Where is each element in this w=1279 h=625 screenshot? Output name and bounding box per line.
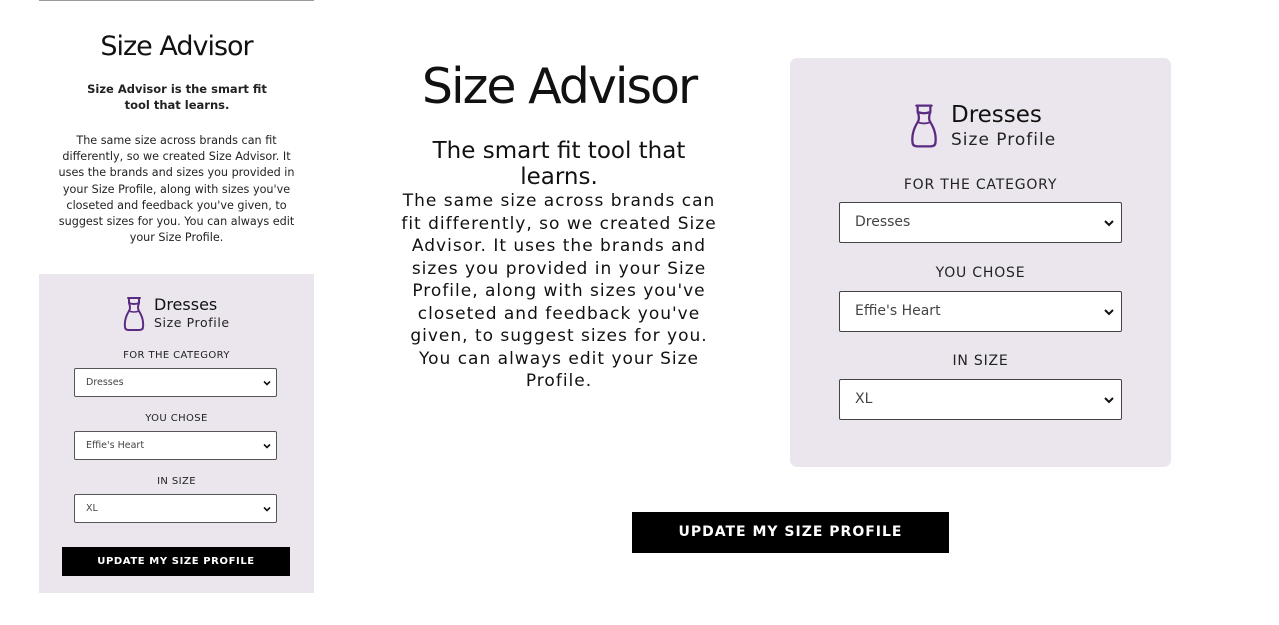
dress-icon: [123, 297, 145, 331]
panel-subheading: Size Profile: [154, 315, 230, 330]
page-title: Size Advisor: [421, 58, 698, 115]
chevron-down-icon: [263, 380, 271, 386]
category-select-value: Dresses: [86, 377, 124, 388]
tagline: Size Advisor is the smart fit tool that …: [87, 82, 267, 112]
size-select[interactable]: XL: [839, 379, 1122, 420]
brand-select[interactable]: Effie's Heart: [74, 431, 277, 460]
category-label: FOR THE CATEGORY: [903, 177, 1058, 193]
panel-heading: Dresses: [154, 295, 218, 314]
brand-select[interactable]: Effie's Heart: [839, 291, 1122, 332]
category-select[interactable]: Dresses: [839, 202, 1122, 243]
chevron-down-icon: [1104, 397, 1114, 404]
mobile-preview: Size Advisor Size Advisor is the smart f…: [39, 0, 314, 593]
category-select-value: Dresses: [855, 214, 911, 230]
page-title: Size Advisor: [100, 31, 253, 62]
category-select[interactable]: Dresses: [74, 368, 277, 397]
panel-subheading: Size Profile: [951, 130, 1057, 150]
size-select-value: XL: [855, 391, 873, 407]
panel-heading: Dresses: [951, 102, 1042, 128]
panel-header: Dresses Size Profile: [123, 296, 230, 331]
size-profile-panel: Dresses Size Profile FOR THE CATEGORY Dr…: [39, 274, 314, 593]
you-chose-label: YOU CHOSE: [145, 413, 208, 424]
in-size-label: IN SIZE: [157, 476, 196, 487]
panel-header: Dresses Size Profile: [910, 102, 1056, 152]
in-size-label: IN SIZE: [952, 353, 1009, 369]
description: The same size across brands can fit diff…: [58, 134, 295, 245]
size-select[interactable]: XL: [74, 494, 277, 523]
update-size-profile-button[interactable]: UPDATE MY SIZE PROFILE: [62, 547, 290, 576]
size-profile-panel: Dresses Size Profile FOR THE CATEGORY Dr…: [790, 58, 1171, 467]
chevron-down-icon: [1104, 220, 1114, 227]
description: The same size across brands can fit diff…: [401, 191, 717, 391]
tagline: The smart fit tool that learns.: [432, 138, 686, 190]
top-divider: [39, 0, 314, 1]
category-label: FOR THE CATEGORY: [123, 350, 230, 361]
chevron-down-icon: [263, 506, 271, 512]
update-size-profile-button[interactable]: UPDATE MY SIZE PROFILE: [632, 512, 949, 553]
brand-select-value: Effie's Heart: [855, 303, 941, 319]
dress-icon: [911, 104, 937, 148]
size-select-value: XL: [86, 503, 98, 514]
you-chose-label: YOU CHOSE: [935, 265, 1026, 281]
chevron-down-icon: [1104, 309, 1114, 316]
chevron-down-icon: [263, 443, 271, 449]
brand-select-value: Effie's Heart: [86, 440, 145, 451]
